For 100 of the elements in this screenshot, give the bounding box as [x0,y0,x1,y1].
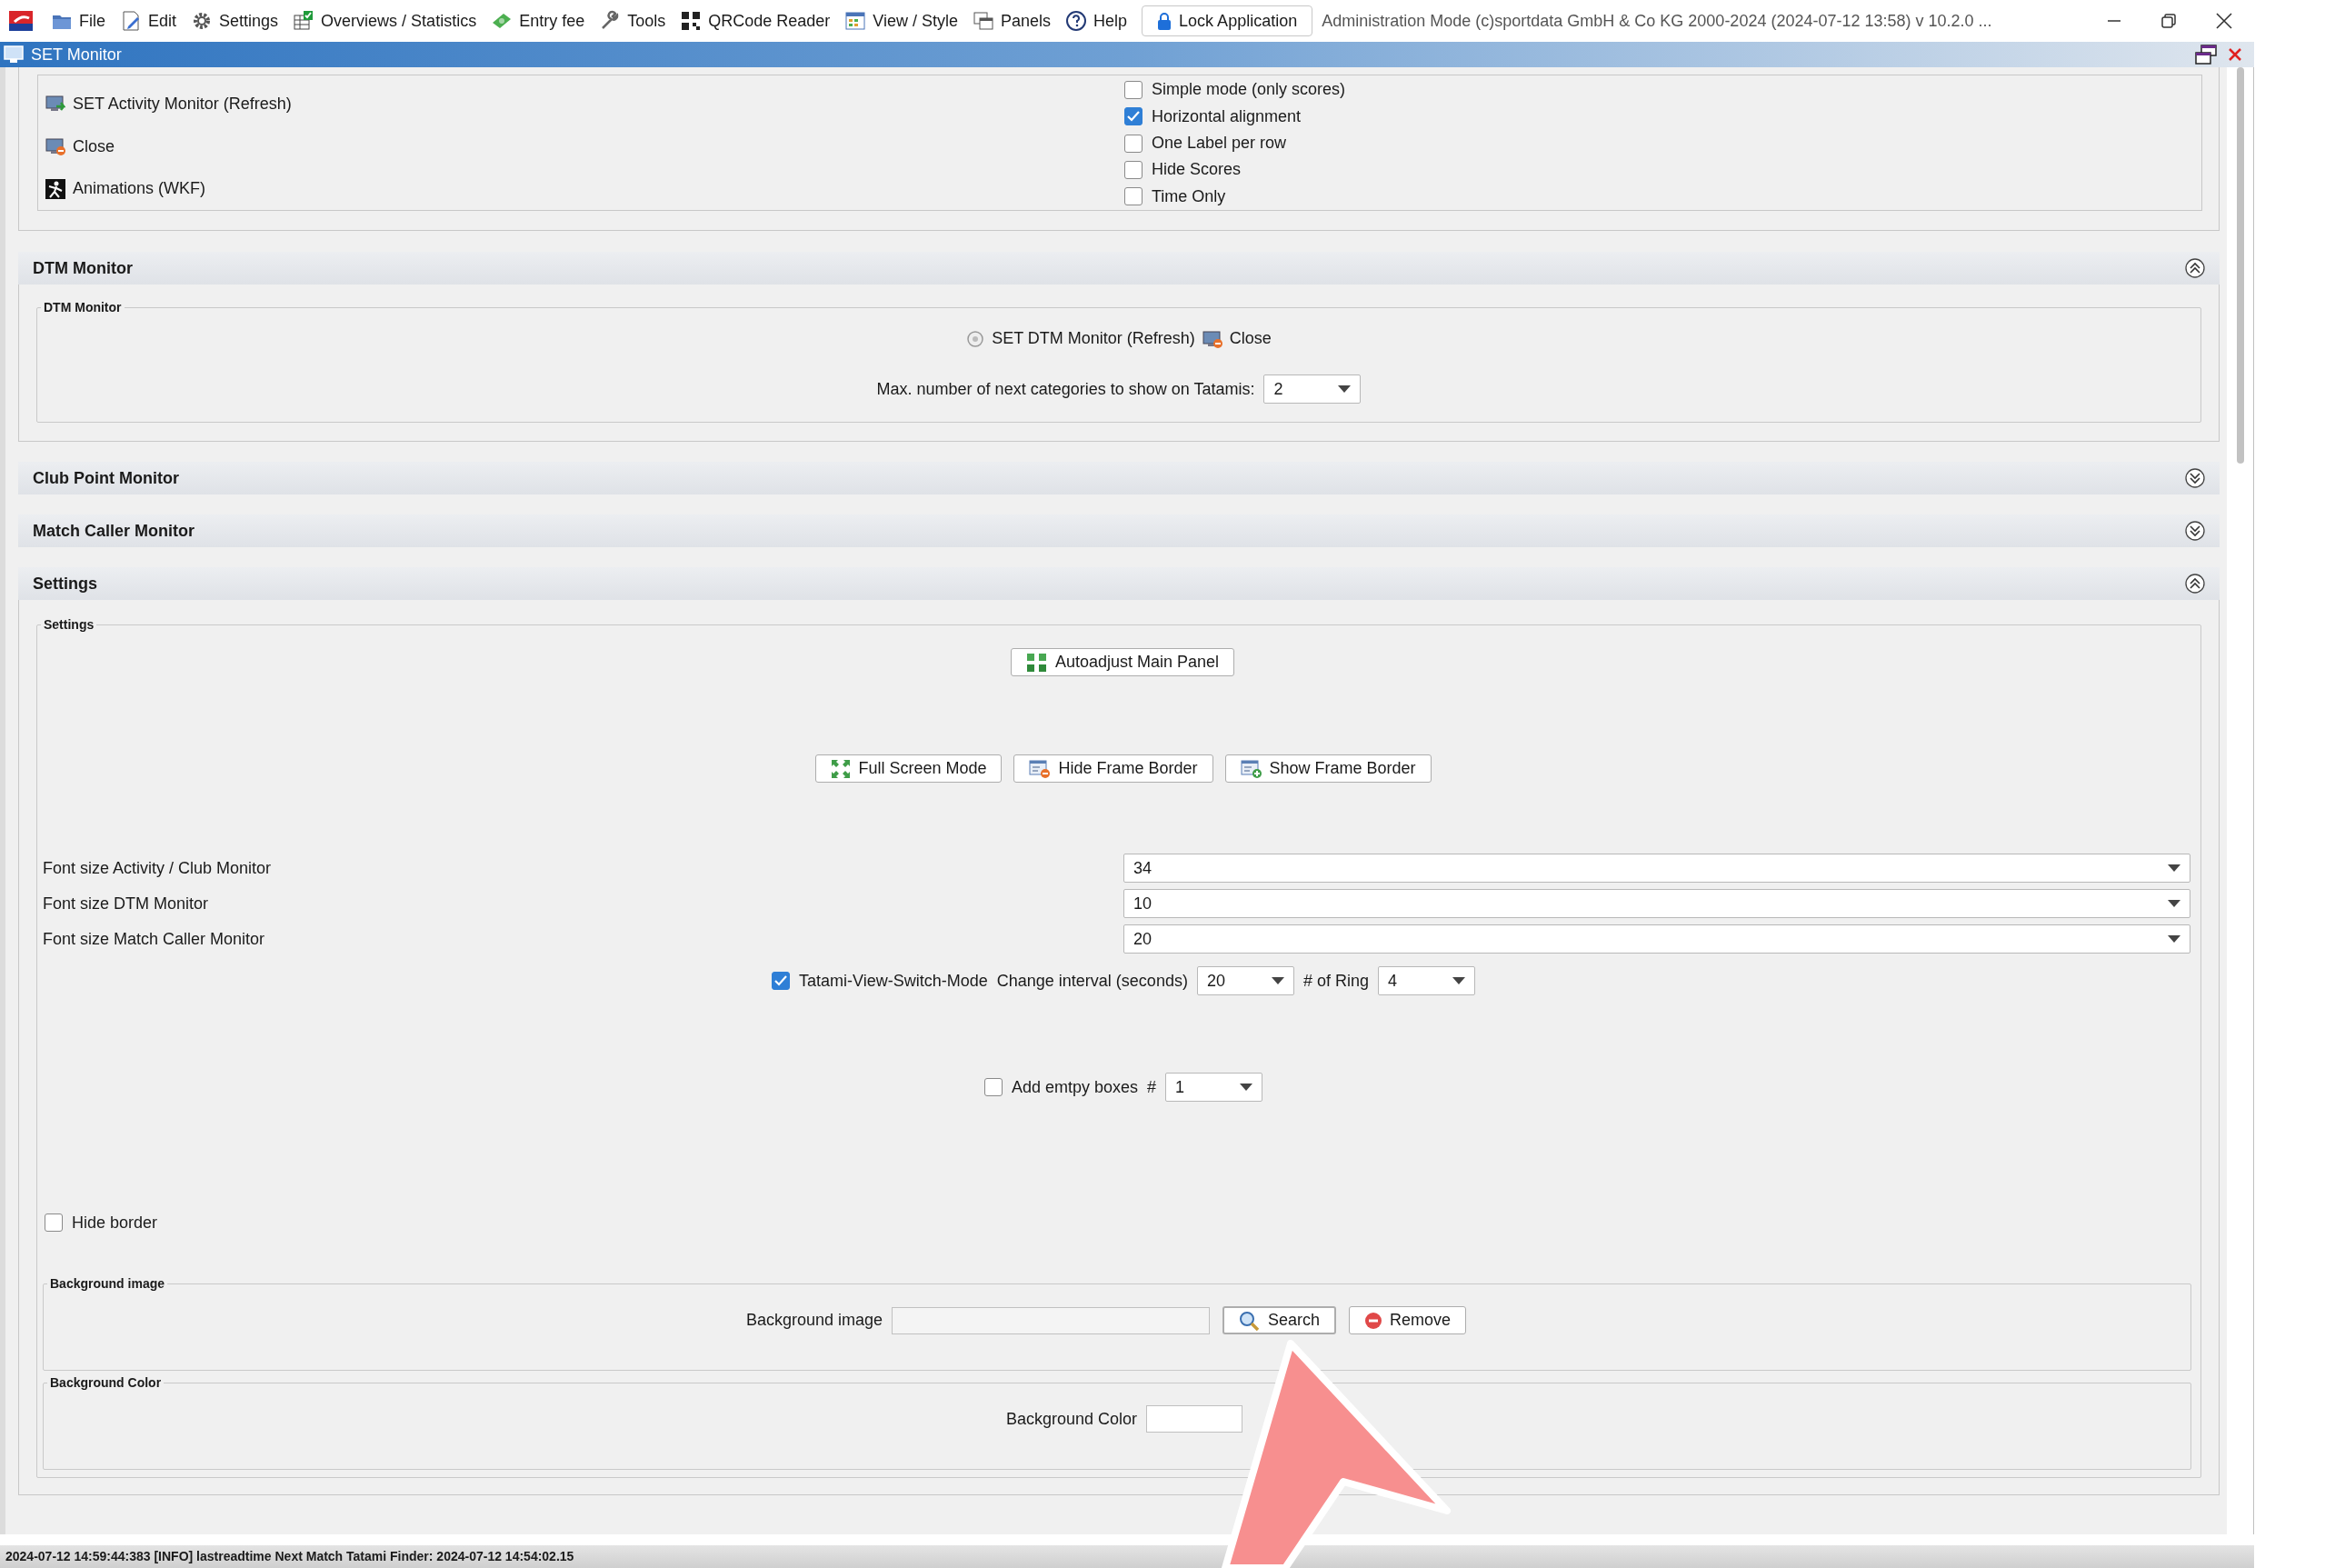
expand-icon[interactable] [2185,521,2205,541]
menu-item[interactable]: QRCode Reader [680,8,831,34]
section-header[interactable]: DTM Monitor [18,252,2220,285]
windows-icon [973,10,994,32]
group-title: DTM Monitor [43,301,123,314]
font-size-dropdown[interactable]: 20 [1123,924,2190,954]
restore-icon[interactable] [2161,14,2176,28]
group-title: Settings [43,618,95,631]
field-label: Change interval (seconds) [996,970,1188,992]
field-label: Font size Match Caller Monitor [43,928,266,950]
checkbox[interactable] [1124,107,1143,126]
menu-item[interactable]: Edit [120,8,177,34]
checkbox-label: Horizontal alignment [1152,105,1302,127]
monitor-close-icon [1202,328,1222,349]
pencil-document-icon [120,10,142,32]
expand-icon[interactable] [2185,468,2205,488]
padlock-icon [1157,12,1172,30]
field-label: # of Ring [1302,970,1369,992]
collapse-icon[interactable] [2185,258,2205,278]
checkbox[interactable] [1124,80,1143,99]
action-link[interactable]: Close [45,125,1124,168]
field-label: # [1147,1076,1157,1098]
button[interactable]: Full Screen Mode [815,754,1003,783]
menu-item[interactable]: File [51,8,105,34]
text-field[interactable] [892,1306,1210,1334]
field-label: Background image [745,1310,883,1331]
grid-window-icon [844,10,867,32]
field-label: Max. number of next categories to show on Tatamis: [876,378,1255,400]
table-check-icon [293,10,315,32]
menu-item[interactable]: View / Style [844,8,958,34]
caret-icon[interactable] [2168,900,2180,907]
action-link[interactable]: Close [1202,326,1272,351]
monitor-icon [2,44,25,65]
interval-dropdown[interactable]: 20 [1196,966,1294,995]
refresh-disc-icon [966,329,985,348]
checkbox-label: One Label per row [1152,133,1287,154]
checkbox-label: Tatami-View-Switch-Mode [799,970,988,992]
menu-item[interactable]: Help [1065,8,1128,34]
monitor-close-icon [45,136,65,156]
font-size-dropdown[interactable]: 10 [1123,889,2190,918]
caret-icon[interactable] [2168,864,2180,872]
button[interactable]: Search [1222,1306,1337,1334]
caret-icon[interactable] [1271,977,1284,984]
qr-code-icon [680,10,703,32]
checkbox-label: Time Only [1152,185,1226,207]
checkbox[interactable] [1124,187,1143,206]
ring-dropdown[interactable]: 4 [1377,966,1475,995]
section-header[interactable]: Club Point Monitor [18,462,2220,494]
menu-item[interactable]: Entry fee [491,8,585,34]
checkbox-label: Hide Scores [1152,159,1242,181]
button[interactable]: Autoadjust Main Panel [1010,648,1235,676]
checkbox[interactable] [1124,134,1143,153]
categories-dropdown[interactable]: 2 [1263,375,1362,404]
button[interactable]: Hide Frame Border [1013,754,1213,783]
panel-title: SET Monitor [31,44,122,65]
color-field[interactable] [1146,1405,1243,1433]
menu-item[interactable]: Panels [973,8,1052,34]
cascade-windows-icon[interactable] [2194,44,2218,65]
scrollbar-thumb[interactable] [2236,67,2244,464]
font-size-dropdown[interactable]: 34 [1123,854,2190,883]
caret-icon[interactable] [1240,1084,1253,1091]
caret-icon[interactable] [1452,977,1465,984]
checkbox[interactable] [45,1213,63,1232]
app-logo-icon [9,11,33,31]
field-label: Font size Activity / Club Monitor [43,857,273,879]
pointer-arrow-icon [1222,1340,1451,1568]
window-minus-icon [1029,758,1052,779]
empty-boxes-dropdown[interactable]: 1 [1165,1073,1263,1102]
caret-icon[interactable] [2168,935,2180,943]
four-arrows-icon [831,758,852,779]
button[interactable]: Show Frame Border [1224,754,1432,783]
field-label: Font size DTM Monitor [43,893,210,914]
remove-icon [1364,1311,1383,1330]
magnifier-icon [1239,1310,1261,1331]
section-header[interactable]: Settings [18,567,2220,600]
action-link[interactable]: Animations (WKF) [45,167,1124,210]
lock-button[interactable]: Lock Application [1142,5,1313,36]
field-label: Background Color [1005,1408,1138,1430]
group-title: Background Color [49,1376,163,1389]
checkbox[interactable] [983,1078,1003,1096]
group-title: Background image [49,1277,166,1290]
button[interactable]: Remove [1349,1306,1467,1334]
status-text: 2024-07-12 14:59:44:383 [INFO] lastreadtime Next Match Tatami Finder: 2024-07-12 14:54:02.15 [5,1548,574,1565]
action-link[interactable]: SET Activity Monitor (Refresh) [45,83,1124,125]
checkbox-label: Add emtpy boxes [1011,1076,1139,1098]
section-header[interactable]: Match Caller Monitor [18,514,2220,547]
four-squares-icon [1025,652,1048,673]
caret-icon[interactable] [1338,385,1352,393]
collapse-icon[interactable] [2185,574,2205,594]
checkbox[interactable] [1124,160,1143,179]
action-link[interactable]: SET DTM Monitor (Refresh) [966,326,1195,351]
menu-item[interactable]: Tools [599,8,666,34]
menu-item[interactable]: Settings [191,8,279,34]
checkbox-label: Simple mode (only scores) [1152,79,1346,101]
checkbox-label: Hide border [72,1212,158,1233]
window-plus-icon [1240,758,1262,779]
close-icon[interactable] [2216,13,2232,29]
menu-item[interactable]: Overviews / Statistics [293,8,477,34]
checkbox[interactable] [772,972,791,990]
window-title: Administration Mode (c)sportdata GmbH & Co KG 2000-2024 (2024-07-12 13:58) v 10.2.0 ... [1322,10,1992,32]
